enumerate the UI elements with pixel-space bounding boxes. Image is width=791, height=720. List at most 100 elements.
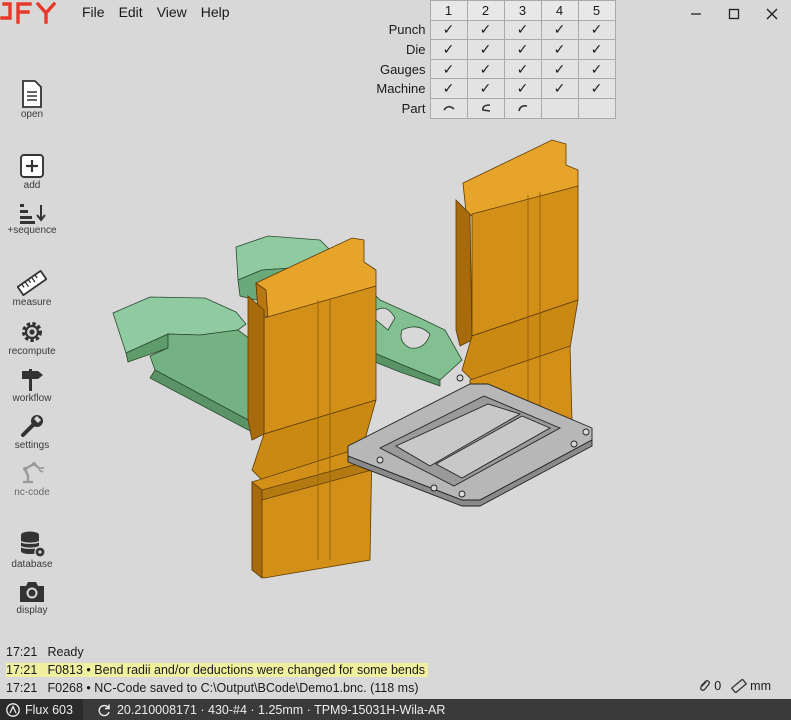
maximize-icon[interactable]: [715, 0, 753, 28]
log-message: Ready: [47, 645, 84, 659]
message-log: 17:21 Ready 17:21 F0813 • Bend radii and…: [0, 643, 791, 697]
gear-icon: [22, 322, 42, 342]
bend-shape-icon[interactable]: [429, 97, 468, 119]
empty-cell[interactable]: [577, 97, 616, 119]
check-icon[interactable]: ✓: [540, 78, 579, 99]
check-icon[interactable]: ✓: [429, 58, 468, 80]
3d-viewport[interactable]: [100, 130, 620, 590]
log-line-warning[interactable]: 17:21 F0813 • Bend radii and/or deductio…: [0, 661, 791, 679]
robot-arm-icon: [23, 462, 44, 484]
table-row-gauges: Gauges ✓ ✓ ✓ ✓ ✓: [360, 58, 616, 80]
check-icon[interactable]: ✓: [466, 39, 505, 60]
row-label: Machine: [376, 81, 426, 97]
empty-cell[interactable]: [540, 97, 579, 119]
tool-stack-left[interactable]: [247, 237, 377, 579]
check-icon[interactable]: ✓: [429, 19, 468, 41]
attachments-count: 0: [714, 679, 722, 693]
brand-badge[interactable]: Flux 603: [0, 699, 83, 720]
unit-indicator[interactable]: mm: [731, 679, 771, 693]
sequence-label: +sequence: [7, 225, 57, 236]
attachments-indicator[interactable]: 0: [697, 679, 721, 693]
measure-button[interactable]: measure: [0, 270, 64, 308]
back-gauge-left[interactable]: [112, 296, 263, 433]
display-button[interactable]: display: [0, 580, 64, 616]
open-label: open: [20, 109, 44, 120]
check-icon[interactable]: ✓: [540, 19, 579, 41]
status-bar: Flux 603 20.210008171 · 430-#4 · 1.25mm …: [0, 699, 791, 720]
machine-info-text: 20.210008171 · 430-#4 · 1.25mm · TPM9-15…: [116, 702, 446, 717]
menu-help[interactable]: Help: [201, 4, 230, 20]
recompute-button[interactable]: recompute: [0, 319, 64, 357]
log-message: • NC-Code saved to C:\Output\BCode\Demo1…: [86, 681, 419, 695]
workflow-button[interactable]: workflow: [0, 366, 64, 404]
log-message: • Bend radii and/or deductions were chan…: [86, 663, 426, 677]
database-label: database: [11, 559, 53, 570]
row-label: Punch: [388, 22, 426, 38]
machine-info[interactable]: 20.210008171 · 430-#4 · 1.25mm · TPM9-15…: [83, 703, 445, 717]
minimize-icon[interactable]: [677, 0, 715, 28]
check-icon[interactable]: ✓: [466, 78, 505, 99]
check-icon[interactable]: ✓: [577, 58, 616, 80]
check-icon[interactable]: ✓: [577, 78, 616, 99]
brand-label: Flux 603: [25, 702, 73, 717]
sequence-button[interactable]: +sequence: [0, 202, 64, 236]
add-button[interactable]: add: [0, 153, 64, 191]
check-icon[interactable]: ✓: [429, 39, 468, 60]
ruler-icon: [17, 270, 47, 296]
check-icon[interactable]: ✓: [540, 39, 579, 60]
measure-label: measure: [12, 297, 52, 308]
settings-button[interactable]: settings: [0, 413, 64, 451]
bend-shape-icon[interactable]: [503, 97, 542, 119]
close-icon[interactable]: [753, 0, 791, 28]
bend-shape-icon[interactable]: [466, 97, 505, 119]
check-icon[interactable]: ✓: [503, 19, 542, 41]
menu-edit[interactable]: Edit: [119, 4, 143, 20]
table-row-punch: Punch ✓ ✓ ✓ ✓ ✓: [360, 19, 616, 41]
log-line[interactable]: 17:21 F0268 • NC-Code saved to C:\Output…: [0, 679, 791, 697]
check-icon[interactable]: ✓: [503, 39, 542, 60]
status-indicators: 0 mm: [697, 679, 771, 693]
log-code: F0268: [47, 681, 83, 695]
column-header[interactable]: 1: [429, 0, 468, 21]
row-label: Part: [401, 100, 426, 116]
table-row-machine: Machine ✓ ✓ ✓ ✓ ✓: [360, 78, 616, 99]
log-time: 17:21: [6, 681, 38, 695]
menu-file[interactable]: File: [82, 4, 105, 20]
menu-view[interactable]: View: [157, 4, 187, 20]
check-icon[interactable]: ✓: [466, 58, 505, 80]
unit-label: mm: [750, 679, 771, 693]
column-header[interactable]: 5: [577, 0, 616, 21]
log-time: 17:21: [6, 645, 38, 659]
paperclip-icon: [700, 680, 711, 691]
check-icon[interactable]: ✓: [577, 39, 616, 60]
check-icon[interactable]: ✓: [503, 58, 542, 80]
log-time: 17:21: [6, 663, 38, 677]
document-icon: [22, 80, 42, 108]
column-header[interactable]: 4: [540, 0, 579, 21]
database-icon: [20, 531, 46, 558]
check-icon[interactable]: ✓: [466, 19, 505, 41]
check-icon[interactable]: ✓: [577, 19, 616, 41]
menu-bar: File Edit View Help: [82, 4, 230, 20]
open-button[interactable]: open: [0, 80, 64, 120]
camera-icon: [20, 582, 44, 602]
nc-code-label: nc-code: [14, 487, 50, 498]
column-header[interactable]: 3: [503, 0, 542, 21]
wrench-icon: [21, 415, 43, 437]
check-icon[interactable]: ✓: [540, 58, 579, 80]
sort-down-icon: [20, 204, 46, 224]
nc-code-button[interactable]: nc-code: [0, 460, 64, 498]
check-icon[interactable]: ✓: [503, 78, 542, 99]
log-line[interactable]: 17:21 Ready: [0, 643, 791, 661]
app-logo: [0, 1, 57, 24]
column-header[interactable]: 2: [466, 0, 505, 21]
check-icon[interactable]: ✓: [429, 78, 468, 99]
signpost-icon: [22, 369, 43, 391]
ruler-small-icon: [731, 679, 748, 693]
refresh-icon: [98, 704, 110, 716]
database-button[interactable]: database: [0, 530, 64, 570]
plus-box-icon: [20, 154, 44, 178]
table-row-part: Part: [360, 97, 616, 119]
display-label: display: [16, 605, 48, 616]
recompute-label: recompute: [8, 346, 56, 357]
